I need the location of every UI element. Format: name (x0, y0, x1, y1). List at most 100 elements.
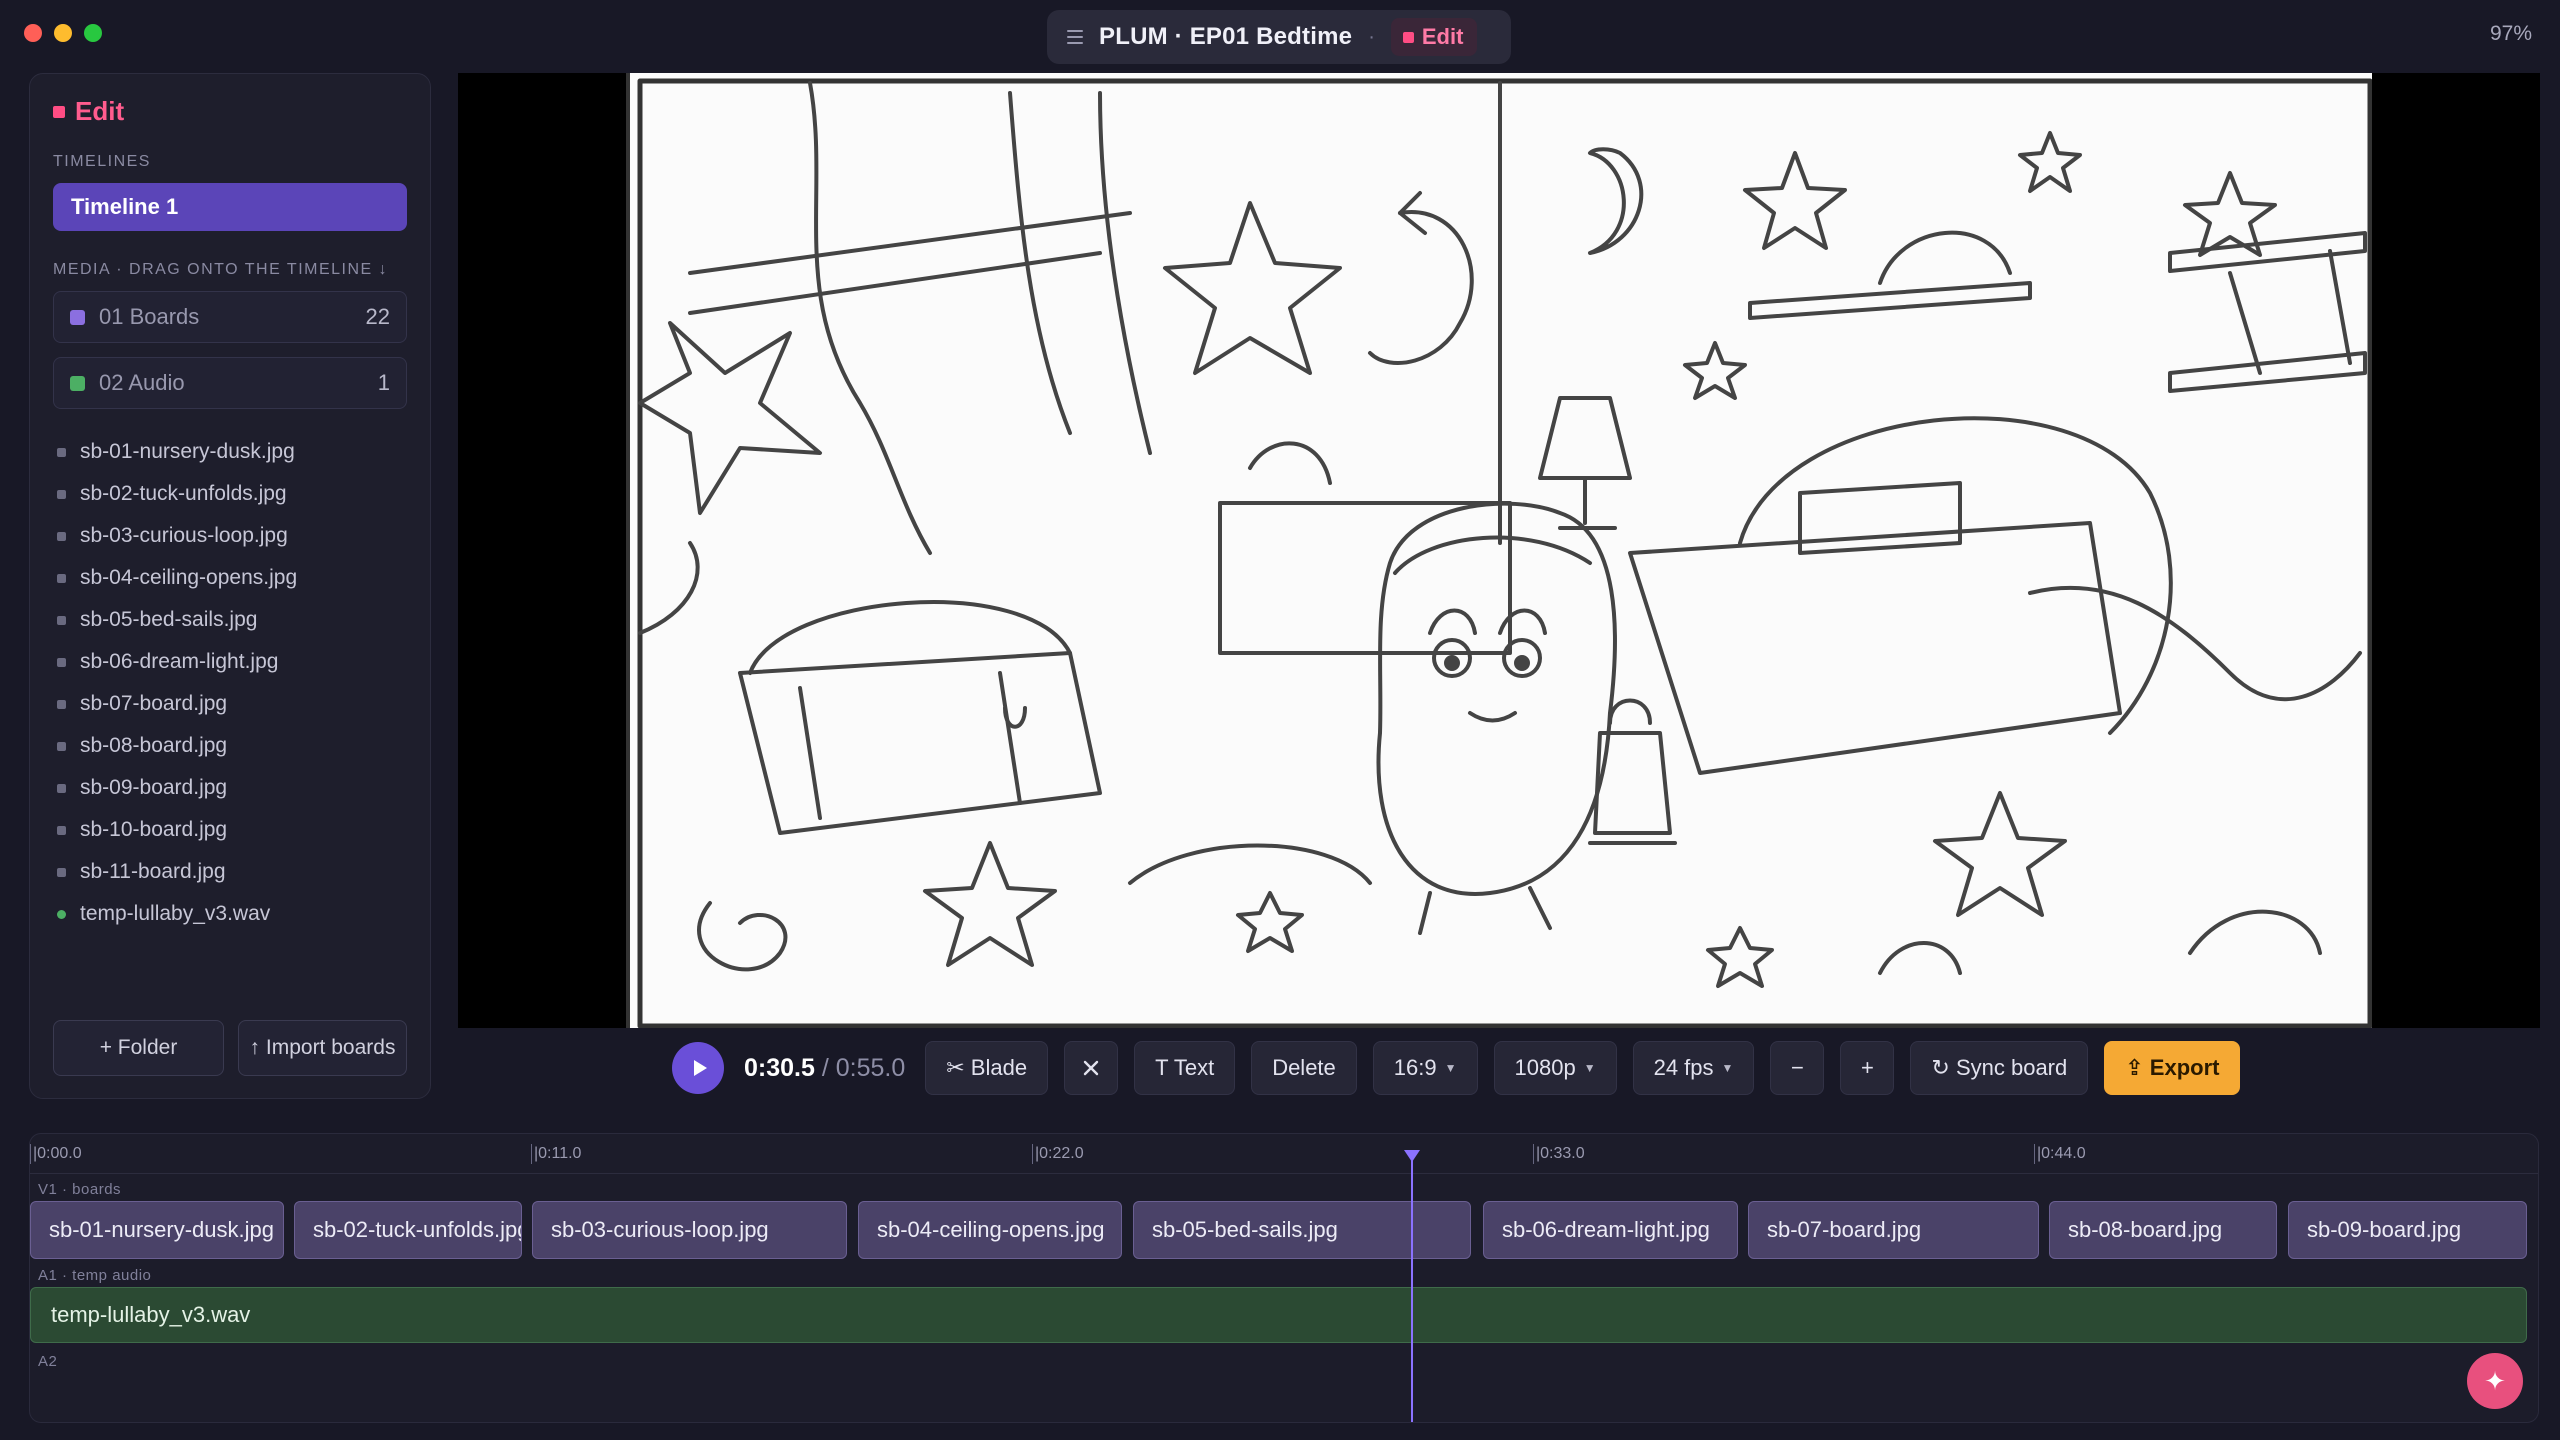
timeline-clip[interactable]: sb-08-board.jpg (2049, 1201, 2277, 1259)
media-file-name: sb-11-board.jpg (80, 860, 226, 883)
media-file-name: sb-09-board.jpg (80, 776, 228, 799)
zoom-out-button[interactable]: − (1770, 1041, 1825, 1095)
media-file-name: sb-05-bed-sails.jpg (80, 608, 258, 631)
mode-badge-label: Edit (1421, 24, 1464, 49)
media-file[interactable]: sb-10-board.jpg (53, 809, 407, 851)
audio-file-icon (57, 909, 66, 919)
media-folder-audio[interactable]: 02 Audio 1 (53, 357, 407, 409)
resolution-value: 1080p (1514, 1055, 1576, 1080)
media-file[interactable]: sb-06-dream-light.jpg (53, 641, 407, 683)
sidebar: Edit TIMELINES Timeline 1 MEDIA · DRAG O… (29, 73, 431, 1099)
media-file[interactable]: sb-04-ceiling-opens.jpg (53, 557, 407, 599)
timeline-clip[interactable]: sb-07-board.jpg (1748, 1201, 2039, 1259)
image-file-icon (57, 783, 66, 793)
time-ruler[interactable]: |0:00.0 |0:11.0 |0:22.0 |0:33.0 |0:44.0 (30, 1134, 2538, 1174)
close-window-button[interactable] (24, 24, 42, 42)
minimize-window-button[interactable] (54, 24, 72, 42)
media-file-list: sb-01-nursery-dusk.jpg sb-02-tuck-unfold… (53, 431, 407, 935)
media-file[interactable]: sb-07-board.jpg (53, 683, 407, 725)
folder-name: 02 Audio (99, 370, 185, 395)
media-section-label: MEDIA · DRAG ONTO THE TIMELINE ↓ (53, 261, 389, 278)
timeline-clip[interactable]: sb-01-nursery-dusk.jpg (30, 1201, 284, 1259)
media-file-name: sb-01-nursery-dusk.jpg (80, 440, 295, 463)
timeline-clip[interactable]: sb-05-bed-sails.jpg (1133, 1201, 1471, 1259)
image-file-icon (57, 573, 66, 583)
import-boards-button[interactable]: ↑ Import boards (238, 1020, 407, 1076)
timelines-section-label: TIMELINES (53, 153, 151, 170)
media-file-name: sb-06-dream-light.jpg (80, 650, 279, 673)
window-controls (24, 24, 102, 42)
zoom-in-button[interactable]: + (1840, 1041, 1895, 1095)
image-file-icon (57, 531, 66, 541)
battery-status: 97% (2489, 22, 2532, 45)
add-folder-button[interactable]: + Folder (53, 1020, 224, 1076)
play-button[interactable] (672, 1042, 724, 1094)
aspect-ratio-value: 16:9 (1393, 1055, 1437, 1080)
ruler-tick: |0:11.0 (531, 1144, 581, 1164)
ruler-tick: |0:00.0 (30, 1144, 82, 1164)
resolution-select[interactable]: 1080p ▼ (1493, 1041, 1617, 1095)
audio-clip[interactable]: temp-lullaby_v3.wav (30, 1287, 2527, 1343)
media-file[interactable]: sb-01-nursery-dusk.jpg (53, 431, 407, 473)
image-file-icon (57, 657, 66, 667)
mode-badge[interactable]: Edit (1390, 18, 1478, 56)
fps-select[interactable]: 24 fps ▼ (1632, 1041, 1755, 1095)
timeline-clip[interactable]: sb-09-board.jpg (2288, 1201, 2527, 1259)
close-icon[interactable] (1064, 1041, 1119, 1095)
media-file[interactable]: sb-09-board.jpg (53, 767, 407, 809)
image-file-icon (57, 615, 66, 625)
timecode-separator: / (814, 1053, 836, 1082)
image-file-icon (57, 489, 66, 499)
preview-viewer[interactable] (458, 73, 2540, 1028)
ruler-tick: |0:33.0 (1533, 1144, 1585, 1164)
media-file[interactable]: sb-03-curious-loop.jpg (53, 515, 407, 557)
timeline-panel[interactable]: |0:00.0 |0:11.0 |0:22.0 |0:33.0 |0:44.0 … (29, 1133, 2539, 1423)
folder-count: 1 (377, 370, 390, 395)
media-file[interactable]: temp-lullaby_v3.wav (53, 893, 407, 935)
timeline-item[interactable]: Timeline 1 (53, 183, 407, 231)
transport-bar: 0:30.5 / 0:55.0 ✂ Blade T Text Delete 16… (672, 1041, 2241, 1095)
chevron-down-icon: ▼ (1721, 1061, 1734, 1075)
timeline-clip[interactable]: sb-04-ceiling-opens.jpg (858, 1201, 1122, 1259)
project-title: PLUM · EP01 Bedtime (1099, 23, 1353, 50)
track-label-a2: A2 (38, 1353, 58, 1370)
total-time: 0:55.0 (835, 1053, 906, 1082)
media-file-name: sb-04-ceiling-opens.jpg (80, 566, 298, 589)
play-icon (693, 1060, 707, 1076)
media-folder-boards[interactable]: 01 Boards 22 (53, 291, 407, 343)
sidebar-actions: + Folder ↑ Import boards (53, 1020, 407, 1076)
media-file[interactable]: sb-11-board.jpg (53, 851, 407, 893)
media-file-name: temp-lullaby_v3.wav (80, 902, 271, 925)
image-file-icon (57, 867, 66, 877)
title-bar: PLUM · EP01 Bedtime · Edit (1047, 10, 1511, 64)
media-file-name: sb-02-tuck-unfolds.jpg (80, 482, 287, 505)
timeline-clip[interactable]: sb-02-tuck-unfolds.jpg (294, 1201, 522, 1259)
playhead[interactable] (1411, 1152, 1413, 1422)
blade-button[interactable]: ✂ Blade (925, 1041, 1049, 1095)
maximize-window-button[interactable] (84, 24, 102, 42)
image-file-icon (57, 741, 66, 751)
aspect-ratio-select[interactable]: 16:9 ▼ (1372, 1041, 1478, 1095)
text-button[interactable]: T Text (1134, 1041, 1236, 1095)
export-button[interactable]: ⇪ Export (2104, 1041, 2241, 1095)
media-file-name: sb-07-board.jpg (80, 692, 228, 715)
sync-board-button[interactable]: ↻ Sync board (1910, 1041, 2089, 1095)
menu-icon[interactable] (1067, 30, 1083, 44)
delete-button[interactable]: Delete (1251, 1041, 1357, 1095)
timeline-clip[interactable]: sb-03-curious-loop.jpg (532, 1201, 847, 1259)
folder-count: 22 (365, 304, 390, 329)
media-file[interactable]: sb-08-board.jpg (53, 725, 407, 767)
media-file[interactable]: sb-05-bed-sails.jpg (53, 599, 407, 641)
fps-value: 24 fps (1653, 1055, 1714, 1080)
image-file-icon (57, 699, 66, 709)
timeline-clip[interactable]: sb-06-dream-light.jpg (1483, 1201, 1738, 1259)
media-file[interactable]: sb-02-tuck-unfolds.jpg (53, 473, 407, 515)
assistant-sparkle-icon[interactable]: ✦ (2467, 1353, 2523, 1409)
sidebar-heading: Edit (53, 96, 407, 127)
title-separator: · (1368, 25, 1375, 48)
chevron-down-icon: ▼ (1583, 1061, 1596, 1075)
track-label-a1: A1 · temp audio (38, 1267, 152, 1284)
media-file-name: sb-08-board.jpg (80, 734, 228, 757)
edit-mode-icon (53, 105, 65, 118)
media-file-name: sb-03-curious-loop.jpg (80, 524, 288, 547)
